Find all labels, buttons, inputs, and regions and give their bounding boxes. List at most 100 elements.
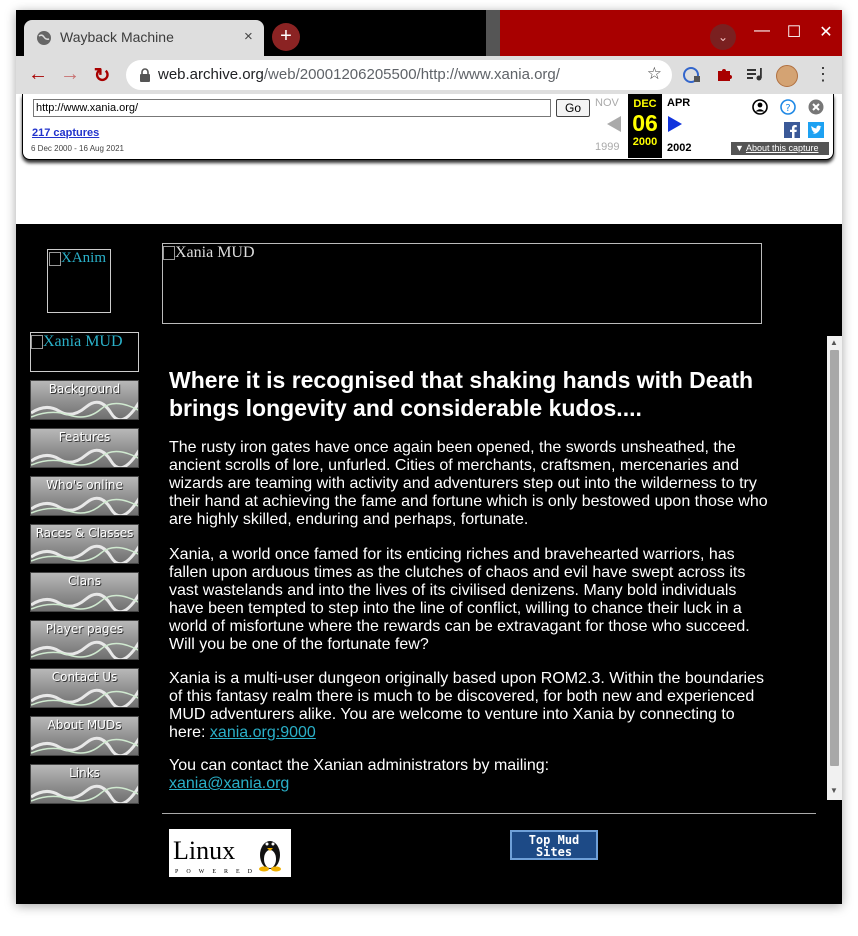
url-path: /web/20001206205500/http://www.xania.org… bbox=[263, 66, 560, 83]
connect-paragraph: Xania is a multi-user dungeon originally… bbox=[169, 670, 769, 742]
xanim-image: XAnim bbox=[47, 249, 111, 313]
nav-button-label: Races & Classes bbox=[35, 526, 134, 540]
captures-link[interactable]: 217 captures bbox=[32, 127, 99, 139]
nav-button-label: Clans bbox=[68, 574, 101, 588]
nav-button-label: Features bbox=[58, 430, 111, 444]
contact-paragraph: You can contact the Xanian administrator… bbox=[169, 757, 769, 793]
facebook-icon[interactable] bbox=[784, 122, 800, 138]
twitter-icon[interactable] bbox=[808, 122, 824, 138]
top-mud-sites-button[interactable]: Top Mud Sites bbox=[510, 830, 598, 860]
svg-text:?: ? bbox=[785, 103, 790, 114]
nav-button[interactable]: Clans bbox=[30, 572, 139, 612]
nav-button-label: Contact Us bbox=[51, 670, 118, 684]
current-year: 2000 bbox=[632, 136, 658, 148]
prev-year-label[interactable]: 1999 bbox=[595, 141, 619, 153]
profile-avatar[interactable] bbox=[776, 65, 798, 87]
capture-date-range: 6 Dec 2000 - 16 Aug 2021 bbox=[31, 144, 124, 153]
nav-button[interactable]: Background bbox=[30, 380, 139, 420]
close-window-button[interactable]: ✕ bbox=[816, 22, 836, 42]
broken-image-icon bbox=[163, 246, 175, 260]
about-capture-button[interactable]: ▼ About this capture bbox=[731, 142, 829, 155]
nav-button[interactable]: Who's online bbox=[30, 476, 139, 516]
nav-texture-icon bbox=[31, 448, 138, 467]
nav-button-label: Background bbox=[48, 382, 121, 396]
xania-history-paragraph: Xania, a world once famed for its entici… bbox=[169, 546, 750, 653]
scroll-down-icon[interactable]: ▼ bbox=[830, 786, 838, 795]
nav-button-label: Player pages bbox=[45, 622, 124, 636]
nav-texture-icon bbox=[31, 544, 138, 563]
tab-search-icon[interactable]: ⌄ bbox=[710, 24, 736, 50]
nav-button-label: Who's online bbox=[46, 478, 123, 492]
browser-tab[interactable]: Wayback Machine × bbox=[24, 20, 264, 56]
divider bbox=[162, 813, 816, 814]
contact-text: You can contact the Xanian administrator… bbox=[169, 757, 550, 774]
current-day: 06 bbox=[632, 110, 658, 136]
email-link[interactable]: xania@xania.org bbox=[169, 775, 289, 792]
nav-button-label: About MUDs bbox=[47, 718, 122, 732]
nav-texture-icon bbox=[31, 688, 138, 707]
current-capture-date: DEC 06 2000 bbox=[628, 94, 662, 158]
nav-button[interactable]: Contact Us bbox=[30, 668, 139, 708]
bookmark-star-icon[interactable]: ☆ bbox=[647, 64, 662, 84]
logo-image[interactable]: Xania MUD bbox=[30, 332, 139, 372]
page-headline: Where it is recognised that shaking hand… bbox=[169, 367, 754, 421]
current-month: DEC bbox=[633, 98, 657, 110]
broken-image-icon bbox=[31, 335, 43, 349]
wayback-header-area: Go 217 captures 6 Dec 2000 - 16 Aug 2021… bbox=[16, 94, 842, 224]
scrollbar-thumb[interactable] bbox=[830, 350, 839, 766]
prev-capture-arrow-icon[interactable] bbox=[607, 116, 621, 132]
tux-icon: Linux POWERED bbox=[173, 836, 281, 875]
browser-menu-icon[interactable]: ⋮ bbox=[814, 64, 832, 85]
next-capture-arrow-icon[interactable] bbox=[668, 116, 682, 132]
tab-close-icon[interactable]: × bbox=[244, 28, 253, 45]
intro-paragraph: The rusty iron gates have once again bee… bbox=[169, 439, 768, 528]
broken-image-icon bbox=[49, 252, 61, 266]
nav-button-label: Links bbox=[69, 766, 100, 780]
logo-alt-text: Xania MUD bbox=[43, 333, 123, 350]
forward-button[interactable]: → bbox=[58, 63, 82, 86]
nav-button[interactable]: Features bbox=[30, 428, 139, 468]
user-account-icon[interactable] bbox=[752, 99, 768, 115]
nav-texture-icon bbox=[31, 640, 138, 659]
new-tab-button[interactable]: + bbox=[272, 23, 300, 51]
nav-texture-icon bbox=[31, 736, 138, 755]
media-control-icon[interactable] bbox=[744, 65, 764, 85]
nav-button[interactable]: About MUDs bbox=[30, 716, 139, 756]
inner-scrollbar[interactable]: ▲ ▼ bbox=[827, 336, 842, 800]
back-button[interactable]: ← bbox=[26, 63, 50, 86]
minimize-button[interactable]: — bbox=[752, 22, 772, 40]
wayback-go-button[interactable]: Go bbox=[556, 99, 590, 117]
page-content: Go 217 captures 6 Dec 2000 - 16 Aug 2021… bbox=[16, 94, 842, 904]
lock-icon bbox=[140, 68, 150, 82]
browser-toolbar: ← → ↻ web.archive.org/web/20001206205500… bbox=[16, 56, 842, 94]
nav-texture-icon bbox=[31, 784, 138, 803]
xanim-alt-text: XAnim bbox=[61, 250, 106, 266]
linux-powered-logo[interactable]: Linux POWERED bbox=[169, 829, 291, 877]
wayback-url-input[interactable] bbox=[33, 99, 551, 117]
titlebar-divider bbox=[486, 10, 500, 56]
reload-button[interactable]: ↻ bbox=[90, 63, 114, 88]
maximize-button[interactable]: ☐ bbox=[784, 22, 804, 42]
about-capture-label: About this capture bbox=[745, 143, 819, 153]
nav-button[interactable]: Races & Classes bbox=[30, 524, 139, 564]
next-year-label[interactable]: 2002 bbox=[667, 142, 691, 154]
address-bar[interactable]: web.archive.org/web/20001206205500/http:… bbox=[126, 60, 672, 90]
banner-alt-text: Xania MUD bbox=[175, 244, 255, 261]
prev-month-label[interactable]: NOV bbox=[595, 97, 619, 109]
extension-icon[interactable] bbox=[682, 65, 702, 85]
tab-title: Wayback Machine bbox=[60, 29, 174, 45]
next-month-label[interactable]: APR bbox=[667, 97, 690, 109]
title-bar: Wayback Machine × + ⌄ — ☐ ✕ bbox=[16, 10, 842, 56]
browser-window: Wayback Machine × + ⌄ — ☐ ✕ ← → ↻ web.ar… bbox=[16, 10, 842, 904]
url-host: web.archive.org bbox=[158, 66, 264, 83]
help-icon[interactable]: ? bbox=[780, 99, 796, 115]
close-wayback-icon[interactable] bbox=[808, 99, 824, 115]
nav-button[interactable]: Player pages bbox=[30, 620, 139, 660]
globe-icon bbox=[37, 31, 51, 45]
extensions-puzzle-icon[interactable] bbox=[714, 65, 734, 85]
scroll-up-icon[interactable]: ▲ bbox=[830, 338, 838, 347]
nav-button[interactable]: Links bbox=[30, 764, 139, 804]
wayback-toolbar: Go 217 captures 6 Dec 2000 - 16 Aug 2021… bbox=[22, 94, 834, 160]
dropdown-arrow-icon: ▼ bbox=[735, 143, 744, 153]
telnet-link[interactable]: xania.org:9000 bbox=[210, 724, 316, 741]
